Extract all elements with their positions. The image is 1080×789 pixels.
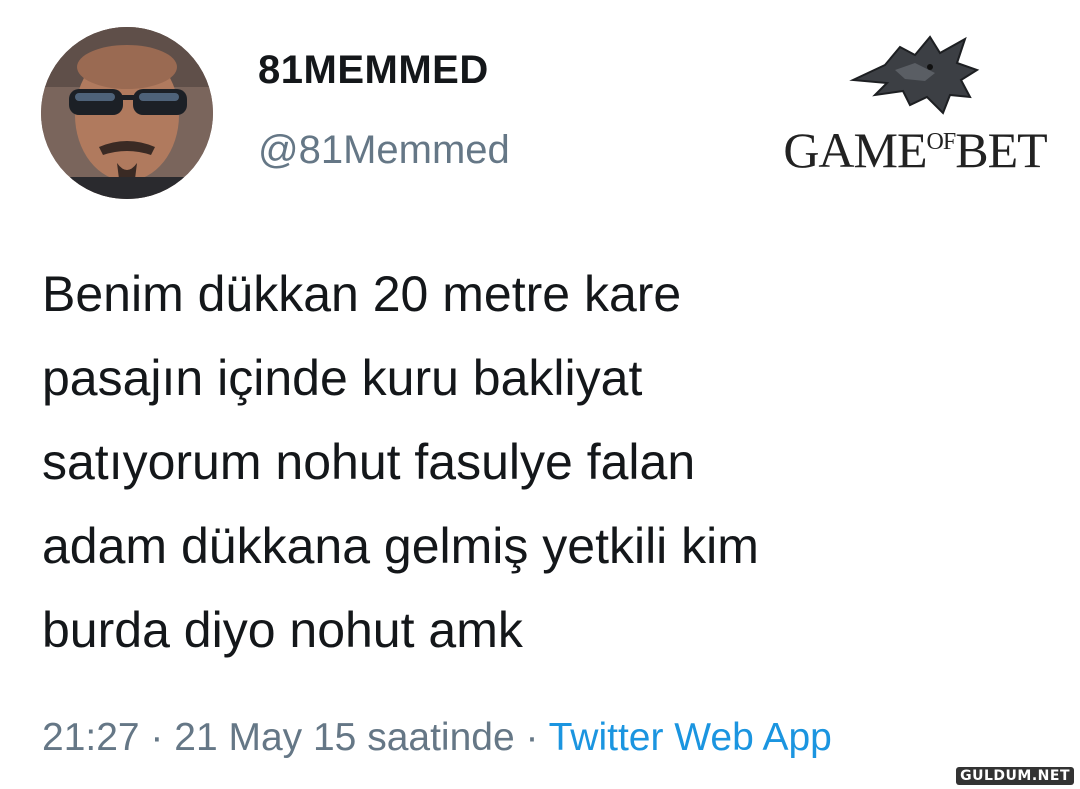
tweet-metadata: 21:27 · 21 May 15 saatinde · Twitter Web… [42, 716, 832, 760]
tweet-text-line: satıyorum nohut fasulye falan [42, 434, 696, 490]
display-name[interactable]: 81MEMMED [258, 48, 489, 93]
tweet-text: Benim dükkan 20 metre kare pasajın içind… [42, 252, 1072, 672]
tweet-text-line: burda diyo nohut amk [42, 602, 523, 658]
avatar-photo [41, 27, 213, 199]
tweet-source-link[interactable]: Twitter Web App [549, 716, 832, 759]
logo-text-of: OF [926, 129, 957, 155]
user-handle[interactable]: @81Memmed [258, 128, 510, 173]
logo-text-bet: BET [955, 122, 1047, 178]
wolf-head-icon [849, 35, 980, 115]
logo-text-game: GAME [783, 122, 927, 178]
avatar[interactable] [41, 27, 213, 199]
site-watermark: GULDUM.NET [956, 767, 1074, 785]
tweet-text-line: pasajın içinde kuru bakliyat [42, 350, 643, 406]
logo-wordmark: GAMEOFBET [765, 121, 1065, 179]
tweet-text-line: adam dükkana gelmiş yetkili kim [42, 518, 759, 574]
gameofbet-logo: GAMEOFBET [765, 25, 1065, 185]
tweet-timestamp[interactable]: 21:27 · 21 May 15 saatinde · [42, 716, 549, 759]
tweet-text-line: Benim dükkan 20 metre kare [42, 266, 682, 322]
